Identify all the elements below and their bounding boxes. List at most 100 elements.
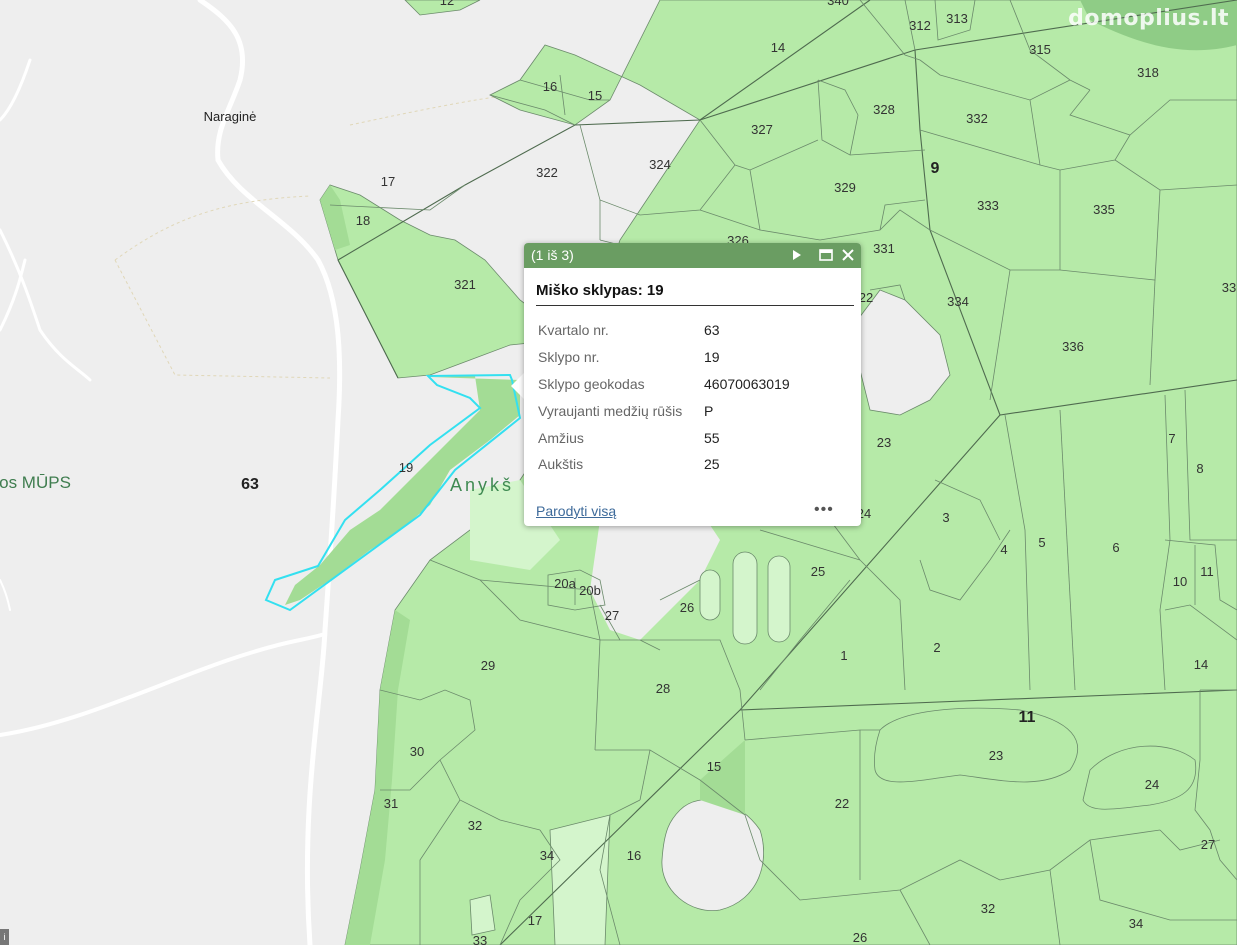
parcel-label: 12 [440,0,454,8]
attribute-key: Sklypo geokodas [538,375,645,392]
parcel-label: 25 [811,564,825,579]
parcel-label: 318 [1137,65,1159,80]
attribute-value: 46070063019 [704,375,790,392]
maximize-icon [819,249,833,261]
parcel-label: 321 [454,277,476,292]
attribute-value: P [704,402,714,419]
parcel-label: 3 [942,510,949,525]
play-icon [793,250,801,260]
parcel-label: 5 [1038,535,1045,550]
attribute-row: Aukštis 25 [538,451,790,478]
attribute-table: Kvartalo nr. 63 Sklypo nr. 19 Sklypo geoko… [538,317,790,478]
parcel-label: 27 [1201,837,1215,852]
parcel-label: 26 [680,600,694,615]
zoom-to-link[interactable]: Parodyti visą [536,503,616,519]
close-icon [842,249,854,261]
parcel-label: 18 [356,213,370,228]
parcel-label: 336 [1062,339,1084,354]
more-actions-button[interactable]: ••• [814,501,834,519]
popup-header: (1 iš 3) [524,243,861,268]
parcel-label: 334 [947,294,969,309]
parcel-label: 2 [933,640,940,655]
parcel-label: 327 [751,122,773,137]
quarter-label: 11 [1019,709,1036,726]
quarter-label: 63 [241,476,259,493]
parcel-label: 24 [1145,777,1159,792]
attribute-key: Aukštis [538,456,584,473]
parcel-label: 22 [835,796,849,811]
parcel-label: 34 [540,848,554,863]
popup-title: Miško sklypas: 19 [536,282,664,299]
parcel-label: 32 [468,818,482,833]
parcel-label: 17 [528,913,542,928]
attribute-value: 25 [704,456,720,473]
parcel-label: 28 [656,681,670,696]
parcel-label: 30 [410,744,424,759]
parcel-label: 14 [771,40,785,55]
watermark-logo: domoplius.lt [1068,6,1229,31]
parcel-label: 26 [853,930,867,945]
popup-divider [536,305,854,306]
parcel-label: 17 [381,174,395,189]
parcel-label: 29 [481,658,495,673]
parcel-label: 27 [605,608,619,623]
close-button[interactable] [839,246,857,264]
parcel-label: 15 [588,88,602,103]
parcel-label: 15 [707,759,721,774]
parcel-label: 33 [473,933,487,945]
parcel-label: 8 [1196,461,1203,476]
parcel-label: 16 [627,848,641,863]
attribute-value: 63 [704,322,720,339]
place-mups: os MŪPS [0,473,71,492]
parcel-label: 31 [384,796,398,811]
next-feature-button[interactable] [788,246,806,264]
parcel-label: 340 [827,0,849,8]
attribute-key: Sklypo nr. [538,349,600,366]
attribute-value: 55 [704,429,720,446]
parcel-label: 331 [873,241,895,256]
parcel-label: 315 [1029,42,1051,57]
attribute-row: Sklypo geokodas 46070063019 [538,371,790,398]
parcel-label: 324 [649,157,671,172]
popup-pointer [511,372,525,400]
feature-popup: (1 iš 3) Miško sklypas: 19 Kvartalo nr. 6… [524,243,861,526]
attribution-badge[interactable]: i [0,929,9,945]
parcel-label: 19 [399,460,413,475]
parcel-label: 33 [1222,280,1236,295]
parcel-label: 16 [543,79,557,94]
parcel-label: 10 [1173,574,1187,589]
parcel-label: 332 [966,111,988,126]
attribute-row: Amžius 55 [538,424,790,451]
area-label: Anykš [450,475,514,495]
attribute-row: Vyraujanti medžių rūšis P [538,397,790,424]
parcel-label: 328 [873,102,895,117]
parcel-label: 14 [1194,657,1208,672]
parcel-label: 23 [989,748,1003,763]
attribute-value: 19 [704,349,720,366]
parcel-label: 4 [1000,542,1007,557]
parcel-label: 20b [579,583,601,598]
attribute-key: Vyraujanti medžių rūšis [538,402,683,419]
parcel-label: 20a [554,576,576,591]
parcel-label: 11 [1200,564,1214,579]
parcel-label: 335 [1093,202,1115,217]
maximize-button[interactable] [817,246,835,264]
attribute-row: Kvartalo nr. 63 [538,317,790,344]
attribute-row: Sklypo nr. 19 [538,344,790,371]
quarter-label: 9 [931,160,940,177]
popup-feature-count: (1 iš 3) [531,247,574,263]
parcel-label: 6 [1112,540,1119,555]
attribute-key: Amžius [538,429,584,446]
parcel-label: 312 [909,18,931,33]
parcel-label: 329 [834,180,856,195]
parcel-label: 32 [981,901,995,916]
attribute-key: Kvartalo nr. [538,322,609,339]
parcel-label: 34 [1129,916,1143,931]
parcel-label: 313 [946,11,968,26]
parcel-label: 1 [840,648,847,663]
parcel-label: 333 [977,198,999,213]
parcel-label: 23 [877,435,891,450]
place-naragine: Naraginė [204,109,257,124]
parcel-label: 7 [1168,431,1175,446]
parcel-label: 322 [536,165,558,180]
